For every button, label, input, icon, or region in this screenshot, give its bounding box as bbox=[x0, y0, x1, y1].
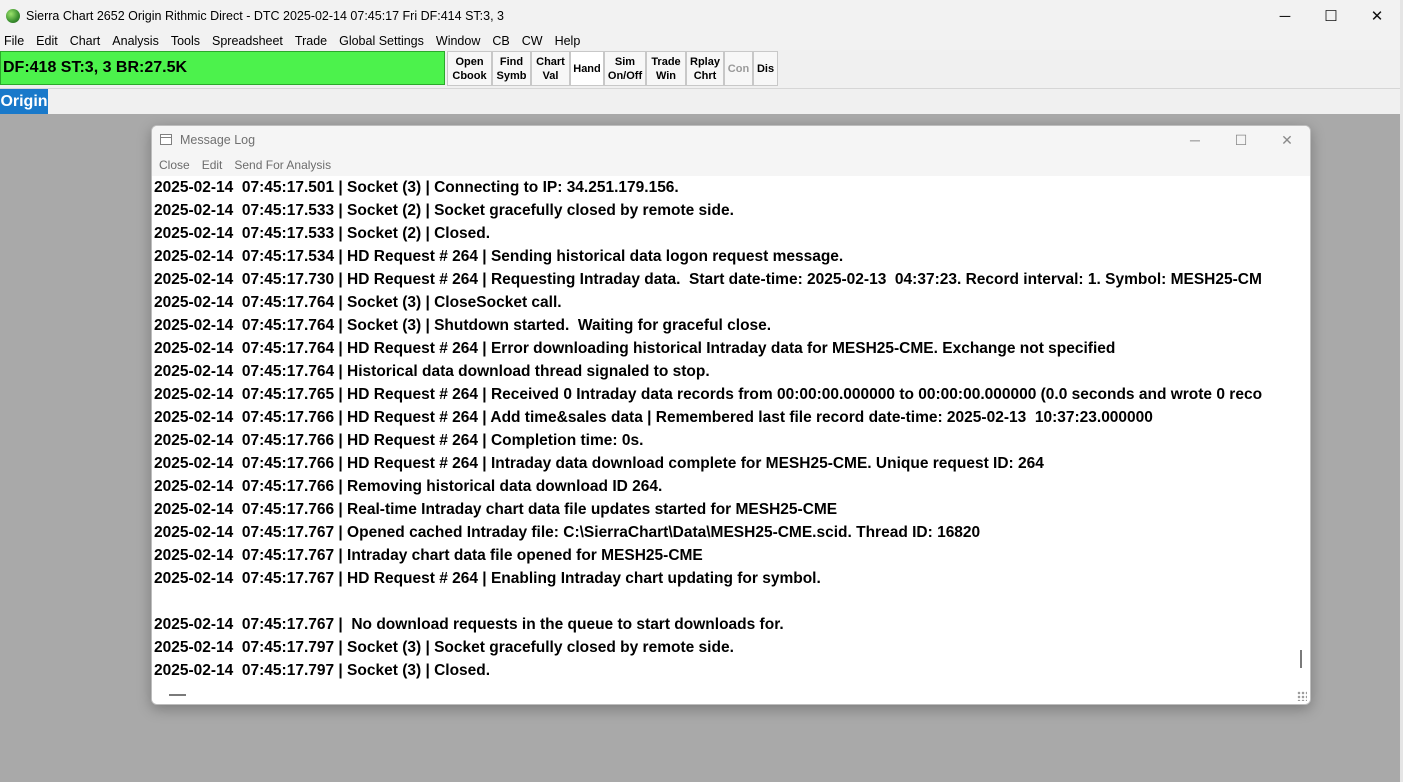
maximize-button[interactable]: ☐ bbox=[1308, 0, 1354, 32]
hand-tool-button[interactable]: Hand bbox=[570, 51, 604, 86]
message-log-title: Message Log bbox=[180, 133, 256, 147]
connect-button[interactable]: Con bbox=[724, 51, 753, 86]
hand-tool-label: Hand bbox=[573, 62, 601, 75]
menu-cw[interactable]: CW bbox=[518, 34, 547, 48]
disconnect-label: Dis bbox=[756, 62, 775, 75]
window-icon bbox=[160, 134, 172, 145]
message-log-minimize-button[interactable]: ─ bbox=[1172, 126, 1218, 154]
menu-tools[interactable]: Tools bbox=[167, 34, 204, 48]
chart-values-label-line2: Val bbox=[542, 69, 559, 82]
log-line: 2025-02-14 07:45:17.766 | HD Request # 2… bbox=[154, 409, 1153, 426]
message-log-menu-bar: Close Edit Send For Analysis bbox=[152, 154, 1310, 176]
message-log-window-controls: ─ ☐ ✕ bbox=[1172, 126, 1310, 154]
log-line: 2025-02-14 07:45:17.797 | Socket (3) | S… bbox=[154, 639, 734, 656]
replay-chart-button[interactable]: Rplay Chrt bbox=[686, 51, 724, 86]
log-line: 2025-02-14 07:45:17.501 | Socket (3) | C… bbox=[154, 179, 679, 196]
menu-edit[interactable]: Edit bbox=[32, 34, 62, 48]
minimize-button[interactable]: ─ bbox=[1262, 0, 1308, 32]
connection-status-box[interactable]: DF:418 ST:3, 3 BR:27.5K bbox=[0, 51, 445, 85]
find-symbol-label-line2: Symb bbox=[496, 69, 527, 82]
open-cbook-button[interactable]: Open Cbook bbox=[447, 51, 492, 86]
window-title: Sierra Chart 2652 Origin Rithmic Direct … bbox=[26, 9, 504, 23]
close-button[interactable]: ✕ bbox=[1354, 0, 1400, 32]
message-log-text-area[interactable]: 2025-02-14 07:45:17.501 | Socket (3) | C… bbox=[152, 176, 1294, 688]
menu-cb[interactable]: CB bbox=[488, 34, 513, 48]
sierra-chart-logo-icon bbox=[6, 9, 20, 23]
log-line-blank bbox=[152, 590, 1294, 613]
log-line: 2025-02-14 07:45:17.765 | HD Request # 2… bbox=[154, 386, 1263, 403]
menu-file[interactable]: File bbox=[0, 34, 28, 48]
menu-spreadsheet[interactable]: Spreadsheet bbox=[208, 34, 287, 48]
vertical-scrollbar-thumb[interactable] bbox=[1300, 650, 1302, 668]
log-line: 2025-02-14 07:45:17.533 | Socket (2) | S… bbox=[154, 202, 734, 219]
resize-grip-icon[interactable] bbox=[1297, 691, 1307, 701]
menu-trade[interactable]: Trade bbox=[291, 34, 331, 48]
menu-chart[interactable]: Chart bbox=[66, 34, 105, 48]
menu-window[interactable]: Window bbox=[432, 34, 484, 48]
find-symbol-button[interactable]: Find Symb bbox=[492, 51, 531, 86]
chart-values-button[interactable]: Chart Val bbox=[531, 51, 570, 86]
chartbook-tab-bar: Origin bbox=[0, 89, 1400, 114]
log-line: 2025-02-14 07:45:17.767 | No download re… bbox=[154, 616, 784, 633]
chart-values-label-line1: Chart bbox=[536, 55, 565, 68]
trade-window-label-line1: Trade bbox=[651, 55, 681, 68]
sim-toggle-label-line1: Sim bbox=[614, 55, 636, 68]
sim-toggle-label-line2: On/Off bbox=[607, 69, 643, 82]
log-line: 2025-02-14 07:45:17.764 | Historical dat… bbox=[154, 363, 710, 380]
find-symbol-label-line1: Find bbox=[499, 55, 524, 68]
menu-help[interactable]: Help bbox=[551, 34, 585, 48]
app-title-bar: Sierra Chart 2652 Origin Rithmic Direct … bbox=[0, 0, 1400, 32]
log-line: 2025-02-14 07:45:17.767 | Opened cached … bbox=[154, 524, 981, 541]
message-log-menu-send-for-analysis[interactable]: Send For Analysis bbox=[234, 158, 331, 172]
log-line: 2025-02-14 07:45:17.764 | Socket (3) | C… bbox=[154, 294, 562, 311]
log-line: 2025-02-14 07:45:17.766 | Real-time Intr… bbox=[154, 501, 838, 518]
message-log-menu-close[interactable]: Close bbox=[159, 158, 190, 172]
replay-chart-label-line2: Chrt bbox=[693, 69, 717, 82]
connect-label: Con bbox=[727, 62, 750, 75]
window-controls: ─ ☐ ✕ bbox=[1262, 0, 1400, 32]
menu-global-settings[interactable]: Global Settings bbox=[335, 34, 428, 48]
message-log-menu-edit[interactable]: Edit bbox=[202, 158, 223, 172]
trade-window-button[interactable]: Trade Win bbox=[646, 51, 686, 86]
message-log-window: Message Log ─ ☐ ✕ Close Edit Send For An… bbox=[151, 125, 1311, 705]
log-line: 2025-02-14 07:45:17.767 | Intraday chart… bbox=[154, 547, 703, 564]
horizontal-scrollbar[interactable] bbox=[152, 688, 1310, 704]
log-line: 2025-02-14 07:45:17.764 | Socket (3) | S… bbox=[154, 317, 772, 334]
replay-chart-label-line1: Rplay bbox=[690, 55, 720, 68]
log-line: 2025-02-14 07:45:17.533 | Socket (2) | C… bbox=[154, 225, 491, 242]
trade-window-label-line2: Win bbox=[655, 69, 677, 82]
menu-analysis[interactable]: Analysis bbox=[108, 34, 163, 48]
tab-origin[interactable]: Origin bbox=[0, 89, 48, 114]
log-line: 2025-02-14 07:45:17.766 | HD Request # 2… bbox=[154, 455, 1044, 472]
open-cbook-label-line1: Open bbox=[455, 55, 484, 68]
log-line: 2025-02-14 07:45:17.730 | HD Request # 2… bbox=[154, 271, 1262, 288]
log-line: 2025-02-14 07:45:17.767 | HD Request # 2… bbox=[154, 570, 821, 587]
log-line: 2025-02-14 07:45:17.764 | HD Request # 2… bbox=[154, 340, 1116, 357]
message-log-close-button[interactable]: ✕ bbox=[1264, 126, 1310, 154]
vertical-scrollbar[interactable] bbox=[1294, 176, 1310, 688]
message-log-title-bar[interactable]: Message Log ─ ☐ ✕ bbox=[152, 126, 1310, 154]
log-line: 2025-02-14 07:45:17.766 | HD Request # 2… bbox=[154, 432, 644, 449]
control-bar: DF:418 ST:3, 3 BR:27.5K Open Cbook Find … bbox=[0, 50, 1400, 89]
open-cbook-label-line2: Cbook bbox=[452, 69, 487, 82]
message-log-maximize-button[interactable]: ☐ bbox=[1218, 126, 1264, 154]
sim-toggle-button[interactable]: Sim On/Off bbox=[604, 51, 646, 86]
menu-bar: File Edit Chart Analysis Tools Spreadshe… bbox=[0, 32, 1400, 50]
log-line: 2025-02-14 07:45:17.766 | Removing histo… bbox=[154, 478, 663, 495]
horizontal-scrollbar-thumb[interactable] bbox=[169, 694, 186, 696]
disconnect-button[interactable]: Dis bbox=[753, 51, 778, 86]
log-line: 2025-02-14 07:45:17.534 | HD Request # 2… bbox=[154, 248, 844, 265]
log-line: 2025-02-14 07:45:17.797 | Socket (3) | C… bbox=[154, 662, 491, 679]
